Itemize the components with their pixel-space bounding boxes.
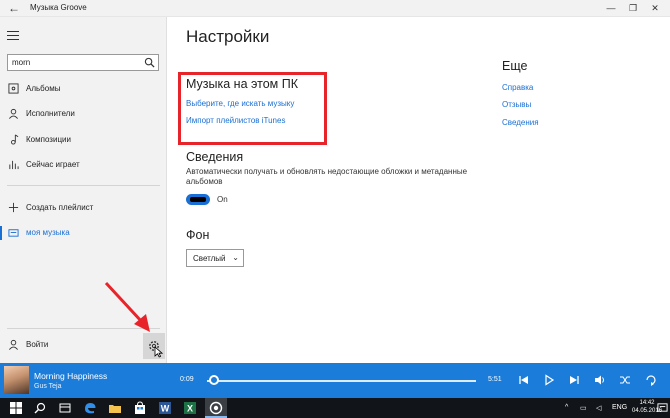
store-icon[interactable] [133,401,147,415]
sidebar-item-albums[interactable]: Альбомы [0,80,167,98]
task-view-icon[interactable] [58,401,72,415]
person-icon [9,339,18,350]
mouse-cursor-icon [154,346,163,358]
auto-metadata-description: Автоматически получать и обновлять недос… [186,167,468,186]
background-select-value: Светлый [193,254,226,263]
toggle-state-label: On [217,195,228,204]
search-input[interactable]: morn [12,58,30,67]
seek-slider-thumb[interactable] [208,375,219,385]
network-icon[interactable]: ▭ [580,404,587,412]
repeat-icon[interactable] [645,374,657,386]
equalizer-icon [9,160,19,170]
search-box[interactable]: morn [7,54,159,71]
sidebar-item-label: Сейчас играет [26,160,80,169]
search-icon[interactable] [144,57,155,68]
minimize-button[interactable]: — [601,1,621,15]
title-bar: ← Музыка Groove — ❐ ✕ [0,0,670,17]
windows-start-icon[interactable] [9,401,23,415]
hamburger-menu-icon[interactable] [7,31,19,43]
play-icon[interactable] [543,374,555,386]
help-link[interactable]: Справка [502,83,533,92]
sidebar-item-label: Композиции [26,135,71,144]
tray-overflow-icon[interactable]: ^ [565,404,568,411]
more-heading: Еще [502,59,528,73]
sidebar-item-my-music[interactable]: моя музыка [0,224,167,242]
sidebar-item-songs[interactable]: Композиции [0,131,167,149]
music-note-icon [11,134,19,145]
groove-music-icon [209,401,223,415]
edge-browser-icon[interactable] [83,401,97,415]
search-icon[interactable] [33,401,47,415]
seek-track[interactable] [207,380,476,382]
settings-page: Настройки Музыка на этом ПК Выберите, гд… [167,17,670,363]
playlist-icon [8,229,19,237]
track-artist[interactable]: Gus Teja [34,383,62,390]
back-arrow-icon[interactable]: ← [8,1,20,15]
window-title: Музыка Groove [30,3,87,12]
file-explorer-icon[interactable] [108,401,122,415]
page-title: Настройки [186,27,270,46]
create-playlist-label: Создать плейлист [26,203,94,212]
svg-text:X: X [187,404,193,414]
shuffle-icon[interactable] [619,374,631,386]
plus-icon [8,202,19,213]
notifications-icon[interactable] [657,402,668,413]
sidebar-divider [7,185,160,186]
sidebar-item-now-playing[interactable]: Сейчас играет [0,156,167,174]
previous-track-icon[interactable] [518,374,530,386]
elapsed-time: 0:09 [180,376,194,383]
language-indicator[interactable]: ENG [612,404,627,411]
music-on-pc-heading: Музыка на этом ПК [186,77,298,91]
choose-music-location-link[interactable]: Выберите, где искать музыку [186,99,294,108]
import-itunes-playlists-link[interactable]: Импорт плейлистов iTunes [186,116,285,125]
total-time: 5:51 [488,376,502,383]
volume-icon[interactable] [594,374,606,386]
taskbar: W X ^ ▭ ◁ ENG 14:42 04.05.2016 [0,398,670,418]
next-track-icon[interactable] [568,374,580,386]
background-select[interactable]: Светлый ⌄ [186,249,244,267]
feedback-link[interactable]: Отзывы [502,100,531,109]
chevron-down-icon: ⌄ [232,253,239,262]
svg-text:W: W [161,404,170,414]
now-playing-bar: Morning Happiness Gus Teja 0:09 5:51 [0,363,670,398]
annotation-arrow [104,281,150,332]
close-button[interactable]: ✕ [645,1,665,15]
auto-metadata-toggle[interactable] [186,194,210,205]
excel-icon[interactable]: X [183,401,197,415]
groove-music-taskbar-button[interactable] [205,398,227,418]
speaker-icon[interactable]: ◁ [596,404,601,412]
info-heading: Сведения [186,150,244,164]
album-icon [8,83,19,94]
sign-in-label: Войти [26,340,49,349]
album-art[interactable] [4,366,29,394]
sign-in-button[interactable]: Войти [0,336,167,354]
maximize-button[interactable]: ❐ [623,1,643,15]
word-icon[interactable]: W [158,401,172,415]
track-title[interactable]: Morning Happiness [34,371,107,381]
about-link[interactable]: Сведения [502,118,539,127]
person-icon [9,108,18,119]
create-playlist-button[interactable]: Создать плейлист [0,199,167,217]
sidebar-item-label: Исполнители [26,109,75,118]
sidebar-item-label: Альбомы [26,84,61,93]
background-heading: Фон [186,228,210,242]
sidebar-item-artists[interactable]: Исполнители [0,105,167,123]
sidebar-item-label: моя музыка [26,228,70,237]
